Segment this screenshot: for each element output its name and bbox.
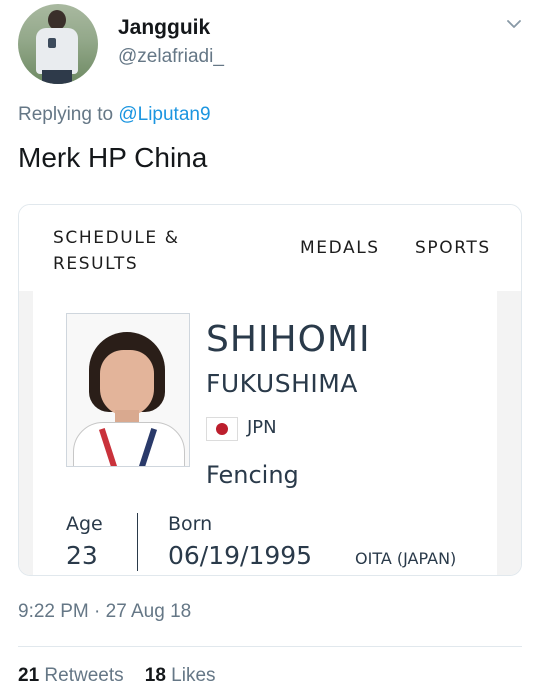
card-body: SHIHOMI FUKUSHIMA JPN Fencing Age 23 Bor… xyxy=(19,291,521,575)
retweets-count[interactable]: 21 xyxy=(18,665,39,686)
athlete-last-name: FUKUSHIMA xyxy=(206,369,358,398)
replying-to: Replying to @Liputan9 xyxy=(18,104,211,126)
nav-schedule-line1: SCHEDULE & xyxy=(53,228,180,248)
athlete-profile: SHIHOMI FUKUSHIMA JPN Fencing Age 23 Bor… xyxy=(33,291,497,575)
nav-sports[interactable]: SPORTS xyxy=(415,238,491,258)
display-name[interactable]: Jangguik xyxy=(118,16,210,40)
born-date: 06/19/1995 xyxy=(168,541,313,570)
athlete-sport: Fencing xyxy=(206,461,299,489)
athlete-first-name: SHIHOMI xyxy=(206,319,371,360)
nav-medals[interactable]: MEDALS xyxy=(300,238,380,258)
age-value: 23 xyxy=(66,541,98,570)
reply-mention-link[interactable]: @Liputan9 xyxy=(118,104,210,125)
tweet-stats: 21 Retweets 18 Likes xyxy=(18,665,216,687)
born-label: Born xyxy=(168,513,213,535)
born-place: OITA (JAPAN) xyxy=(355,549,457,568)
user-handle[interactable]: @zelafriadi_ xyxy=(118,46,224,68)
tweet-timestamp[interactable]: 9:22 PM · 27 Aug 18 xyxy=(18,601,191,623)
japan-flag-icon xyxy=(206,417,238,441)
nav-schedule-line2: RESULTS xyxy=(53,254,139,274)
athlete-country: JPN xyxy=(247,417,277,438)
tweet-text: Merk HP China xyxy=(18,142,208,173)
retweets-label[interactable]: Retweets xyxy=(44,665,123,686)
card-nav: SCHEDULE & RESULTS MEDALS SPORTS xyxy=(19,205,521,291)
likes-label[interactable]: Likes xyxy=(171,665,215,686)
likes-count[interactable]: 18 xyxy=(145,665,166,686)
stat-divider xyxy=(137,513,138,571)
athlete-card[interactable]: SCHEDULE & RESULTS MEDALS SPORTS SHIHOMI… xyxy=(18,204,522,576)
athlete-photo xyxy=(66,313,190,467)
divider xyxy=(18,646,522,647)
reply-prefix: Replying to xyxy=(18,104,114,125)
chevron-down-icon[interactable] xyxy=(504,14,524,34)
profile-avatar[interactable] xyxy=(18,4,98,84)
nav-schedule-results[interactable]: SCHEDULE & RESULTS xyxy=(53,225,223,277)
age-label: Age xyxy=(66,513,103,535)
